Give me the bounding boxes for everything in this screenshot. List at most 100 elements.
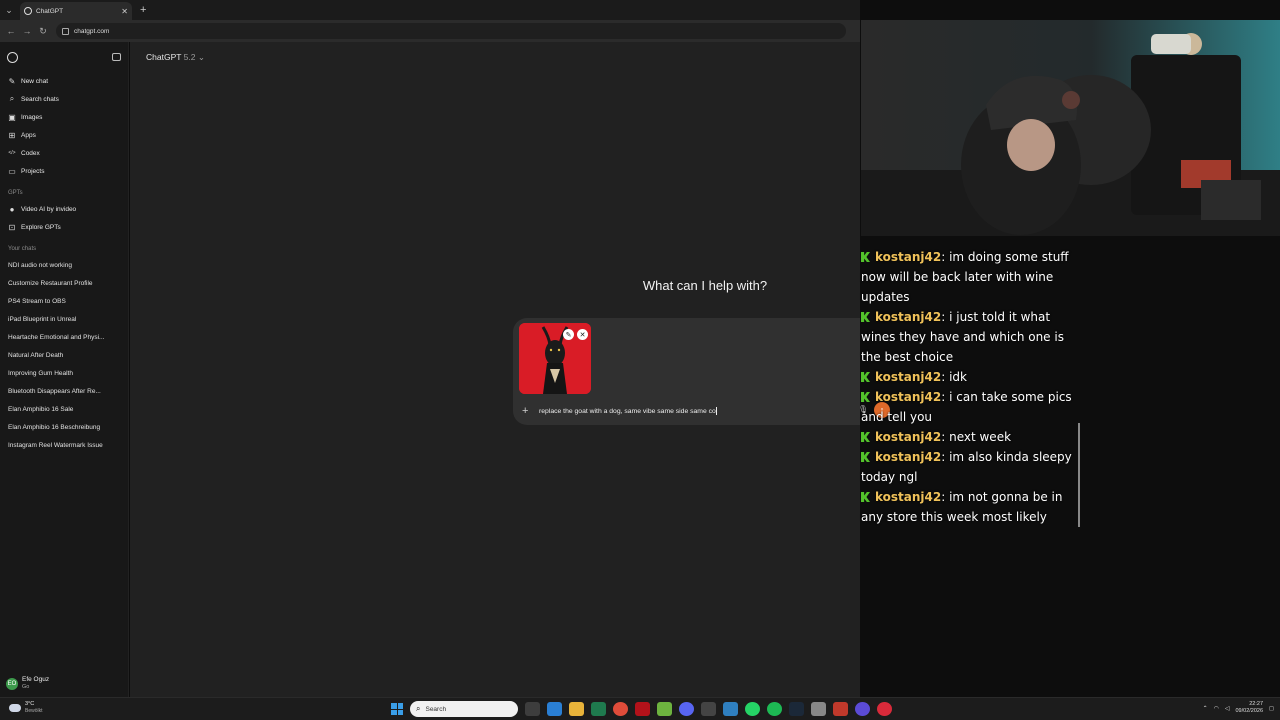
sidebar-item-new-chat[interactable]: ✎ New chat (0, 72, 128, 90)
notifications-icon[interactable]: ◻ (1269, 705, 1274, 712)
kick-badge-icon (861, 312, 870, 322)
openai-logo-icon[interactable] (7, 51, 18, 63)
sidebar-item-search-chats[interactable]: ⌕ Search chats (0, 90, 128, 108)
discord-icon[interactable] (679, 702, 694, 716)
chat-message: kostanj42: im also kinda sleepy today ng… (861, 447, 1081, 487)
chat-username: kostanj42 (875, 490, 942, 504)
chat-history-item[interactable]: Elan Amphibio 16 Sale (0, 400, 122, 418)
close-tab-icon[interactable]: ✕ (121, 7, 128, 16)
kick-badge-icon (861, 392, 870, 402)
chat-username: kostanj42 (875, 370, 942, 384)
chat-separator: : (941, 390, 950, 404)
folder-icon: ▭ (8, 166, 16, 176)
gpt-item-label: Video AI by invideo (21, 205, 77, 213)
chat-separator: : (941, 430, 950, 444)
chat-message: kostanj42: im not gonna be in any store … (861, 487, 1081, 527)
address-bar[interactable]: chatgpt.com (56, 23, 846, 39)
chrome-icon[interactable] (613, 702, 628, 716)
pinned-apps (525, 702, 892, 716)
sidebar-item-apps[interactable]: ⊞ Apps (0, 126, 128, 144)
attached-image[interactable]: ✎ ✕ (519, 323, 591, 394)
chat-separator: : (941, 450, 950, 464)
taskbar-search-placeholder: Search (425, 705, 447, 713)
forward-icon[interactable]: → (20, 24, 34, 38)
whatsapp-icon[interactable] (745, 702, 760, 716)
chat-separator: : (941, 310, 950, 324)
app-icon[interactable] (701, 702, 716, 716)
screen: ⌄ ChatGPT ✕ + ← → ↻ chatgpt.com ✎ New cha… (0, 0, 1280, 720)
chat-history-item[interactable]: Natural After Death (0, 346, 122, 364)
system-tray: ⌃ ◠ ◁ 22:27 09/02/2026 ◻ (1203, 701, 1274, 715)
chat-history-item[interactable]: Bluetooth Disappears After Re... (0, 382, 122, 400)
chat-username: kostanj42 (875, 390, 942, 404)
volume-icon[interactable]: ◁ (1225, 705, 1230, 712)
chat-history-item[interactable]: Customize Restaurant Profile (0, 274, 122, 292)
sidebar-item-label: Projects (21, 167, 45, 175)
webcam-image (861, 20, 1280, 236)
sidebar-item-codex[interactable]: </> Codex (0, 144, 128, 162)
composer: ✎ ✕ + replace the goat with a dog, same … (513, 318, 860, 425)
apps-icon: ⊞ (8, 130, 16, 140)
stream-chat-overlay: kostanj42: im doing some stuff now will … (861, 247, 1081, 527)
start-icon[interactable] (391, 703, 403, 715)
sidebar-main-nav: ✎ New chat ⌕ Search chats ▣ Images ⊞ Apps </> Cod… (0, 72, 128, 180)
taskbar-search[interactable]: ⌕ Search (410, 701, 518, 717)
kick-badge-icon (861, 252, 870, 262)
edit-image-icon[interactable]: ✎ (563, 329, 574, 340)
weather-condition: Bewölkt (25, 708, 43, 714)
chat-scrollbar[interactable] (1078, 423, 1080, 527)
copilot-icon[interactable] (547, 702, 562, 716)
remove-image-icon[interactable]: ✕ (577, 329, 588, 340)
grid-icon: ⊡ (8, 222, 16, 232)
task-view-icon[interactable] (525, 702, 540, 716)
chat-history-item[interactable]: NDI audio not working (0, 256, 122, 274)
user-menu[interactable]: EO Efe Oguz Go (6, 676, 49, 691)
sidebar-toggle-icon[interactable] (112, 53, 121, 61)
chat-history-item[interactable]: iPad Blueprint in Unreal (0, 310, 122, 328)
settings-icon[interactable] (811, 702, 826, 716)
tab-search-icon[interactable]: ⌄ (0, 0, 18, 20)
back-icon[interactable]: ← (4, 24, 18, 38)
clock[interactable]: 22:27 09/02/2026 (1235, 701, 1263, 715)
sidebar-item-projects[interactable]: ▭ Projects (0, 162, 128, 180)
chat-separator: : (941, 370, 950, 384)
nvidia-icon[interactable] (657, 702, 672, 716)
file-explorer-icon[interactable] (569, 702, 584, 716)
network-app-icon[interactable] (723, 702, 738, 716)
sidebar-item-images[interactable]: ▣ Images (0, 108, 128, 126)
browser-nav-bar: ← → ↻ chatgpt.com (0, 20, 860, 42)
chat-history-item[interactable]: Improving Gum Health (0, 364, 122, 382)
gpts-heading: GPTs (8, 190, 23, 196)
text-caret (715, 407, 717, 415)
steam-icon[interactable] (789, 702, 804, 716)
app2-icon[interactable] (855, 702, 870, 716)
chat-history-item[interactable]: Instagram Reel Watermark Issue (0, 436, 122, 454)
netflix-icon[interactable] (635, 702, 650, 716)
app3-icon[interactable] (877, 702, 892, 716)
spotify-icon[interactable] (767, 702, 782, 716)
gpt-item[interactable]: ● Video AI by invideo (0, 200, 128, 218)
wifi-icon[interactable]: ◠ (1214, 705, 1219, 712)
chat-text: next week (949, 430, 1012, 444)
tray-chevron-icon[interactable]: ⌃ (1203, 705, 1208, 712)
chat-history-item[interactable]: PS4 Stream to OBS (0, 292, 122, 310)
weather-widget[interactable]: 3°C Bewölkt (9, 701, 43, 714)
clock-time: 22:27 (1249, 701, 1264, 707)
taskbar: 3°C Bewölkt ⌕ Search ⌃ ◠ ◁ 22:27 09/02/2… (0, 697, 1280, 720)
gpt-item[interactable]: ⊡ Explore GPTs (0, 218, 128, 236)
browser-tab[interactable]: ChatGPT ✕ (20, 2, 132, 20)
model-selector[interactable]: ChatGPT 5.2 ⌄ (146, 52, 205, 63)
code-icon: </> (8, 150, 16, 156)
prompt-input[interactable]: replace the goat with a dog, same vibe s… (539, 407, 717, 415)
add-attachment-icon[interactable]: + (522, 405, 528, 417)
site-info-icon[interactable] (62, 27, 69, 35)
new-tab-icon[interactable]: + (140, 4, 146, 16)
obs-icon[interactable] (833, 702, 848, 716)
tab-title: ChatGPT (36, 7, 64, 15)
chat-message: kostanj42: i can take some pics and tell… (861, 387, 1081, 427)
chat-history-item[interactable]: Heartache Emotional and Physi... (0, 328, 122, 346)
search-icon: ⌕ (9, 94, 15, 103)
store-icon[interactable] (591, 702, 606, 716)
reload-icon[interactable]: ↻ (36, 24, 50, 38)
chat-history-item[interactable]: Elan Amphibio 16 Beschreibung (0, 418, 122, 436)
